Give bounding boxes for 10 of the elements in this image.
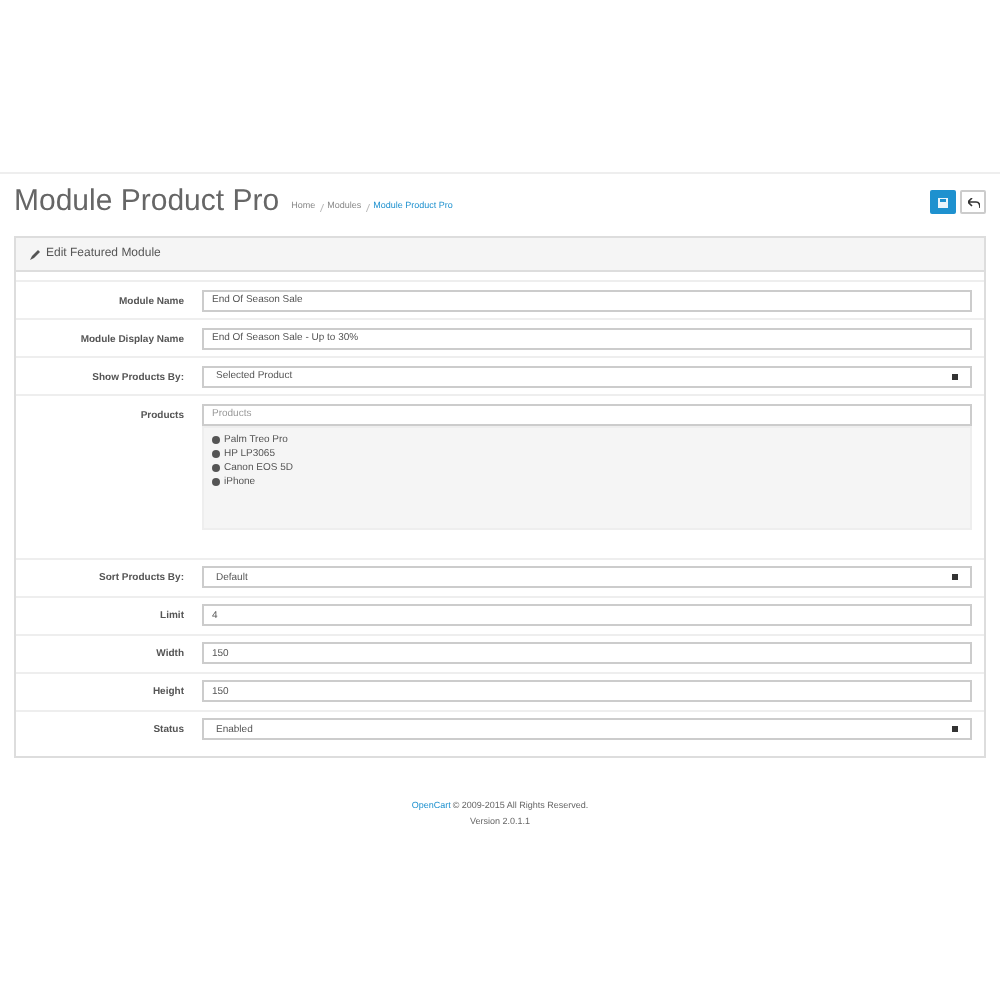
page-title: Module Product Pro xyxy=(14,186,280,218)
dropdown-icon xyxy=(952,373,958,379)
breadcrumb-separator-icon xyxy=(319,203,324,212)
dropdown-icon xyxy=(952,574,958,580)
pencil-icon xyxy=(30,249,40,259)
dropdown-icon xyxy=(952,726,958,732)
back-icon xyxy=(967,197,979,207)
back-button[interactable] xyxy=(960,190,986,214)
breadcrumb-separator-icon xyxy=(365,203,370,212)
save-icon xyxy=(938,197,948,207)
